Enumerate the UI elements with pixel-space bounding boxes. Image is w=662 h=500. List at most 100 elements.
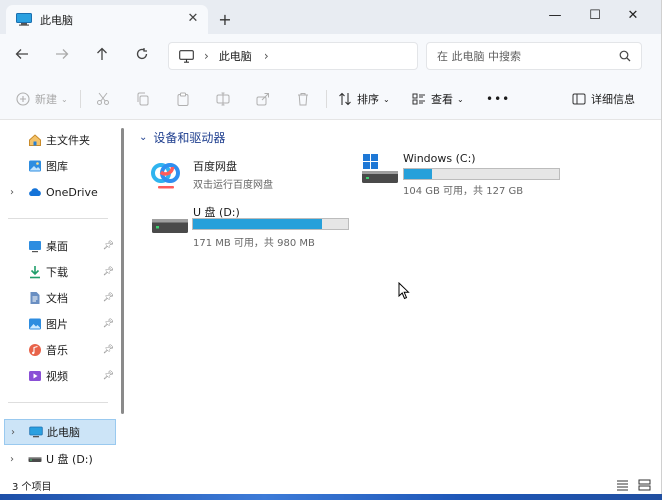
clipboard-icon <box>177 92 189 106</box>
sidebar-item-desktop[interactable]: 桌面 📌︎ <box>4 234 116 258</box>
chevron-down-icon: ⌄ <box>61 94 68 104</box>
sort-button-label: 排序 <box>357 93 379 106</box>
arrow-left-icon <box>15 49 28 59</box>
sidebar-item-label: 桌面 <box>46 240 68 253</box>
view-button-label: 查看 <box>431 93 453 106</box>
details-pane-button[interactable]: 详细信息 <box>572 89 635 109</box>
refresh-button[interactable] <box>132 46 152 66</box>
refresh-icon <box>136 48 148 60</box>
sidebar-item-usb-drive[interactable]: › U 盘 (D:) <box>4 447 116 471</box>
plus-circle-icon <box>16 92 30 106</box>
chevron-right-icon[interactable]: › <box>10 187 14 198</box>
file-explorer-window: 此电脑 ✕ + — ☐ ✕ › 此电脑 › 在 此电脑 中搜索 新建 ⌄ 排序 … <box>0 0 662 494</box>
sort-button[interactable]: 排序 ⌄ <box>338 89 390 109</box>
usb-drive-icon <box>152 219 188 233</box>
sidebar-item-pictures[interactable]: 图片 📌︎ <box>4 312 116 336</box>
usb-drive-icon <box>28 457 42 462</box>
view-button[interactable]: 查看 ⌄ <box>412 89 464 109</box>
chevron-right-icon[interactable]: › <box>11 427 15 438</box>
new-button[interactable]: 新建 ⌄ <box>16 89 68 109</box>
group-header-devices[interactable]: ⌄ 设备和驱动器 <box>139 129 225 146</box>
onedrive-icon <box>29 188 41 196</box>
status-bar: 3 个项目 <box>0 476 661 494</box>
sidebar-divider <box>8 218 108 219</box>
sidebar-item-this-pc[interactable]: › 此电脑 <box>4 419 116 445</box>
breadcrumb-chevron-icon[interactable]: › <box>264 49 269 63</box>
tiles-view-icon[interactable] <box>638 479 651 491</box>
close-tab-icon[interactable]: ✕ <box>186 12 200 26</box>
copy-button[interactable] <box>136 89 155 109</box>
desktop-icon <box>29 241 41 253</box>
share-button[interactable] <box>256 89 275 109</box>
search-placeholder: 在 此电脑 中搜索 <box>437 50 521 63</box>
chevron-down-icon: ⌄ <box>457 94 464 104</box>
search-icon <box>619 50 631 62</box>
pin-icon[interactable]: 📌︎ <box>103 241 114 251</box>
breadcrumb-this-pc[interactable]: 此电脑 <box>219 48 252 64</box>
maximize-button[interactable]: ☐ <box>580 6 610 26</box>
sidebar-item-home[interactable]: 主文件夹 <box>4 128 116 152</box>
windows-drive-icon <box>362 154 398 183</box>
details-view-icon[interactable] <box>616 479 629 491</box>
address-bar[interactable]: › 此电脑 › <box>168 42 418 70</box>
details-pane-icon <box>572 93 586 105</box>
pictures-icon <box>29 318 41 330</box>
arrow-up-icon <box>97 47 107 60</box>
paste-button[interactable] <box>176 89 195 109</box>
sidebar-item-onedrive[interactable]: › OneDrive <box>4 180 116 204</box>
more-options-button[interactable]: ••• <box>486 89 510 109</box>
sidebar-divider <box>8 402 108 403</box>
download-icon <box>30 266 40 279</box>
item-windows-c-drive[interactable]: Windows (C:) 104 GB 可用，共 127 GB <box>359 152 599 198</box>
scissors-icon <box>97 92 109 105</box>
sidebar-item-label: 文档 <box>46 292 68 305</box>
back-button[interactable] <box>12 46 32 66</box>
forward-button[interactable] <box>52 46 72 66</box>
tab-title: 此电脑 <box>40 13 73 27</box>
tab-this-pc[interactable]: 此电脑 ✕ <box>6 5 208 34</box>
storage-usage-fill <box>404 169 432 179</box>
breadcrumb-separator-icon: › <box>204 49 209 63</box>
navigation-pane: 主文件夹 图库 › OneDrive 桌面 📌︎ 下载 📌︎ 文档 📌︎ 图片 … <box>0 120 122 476</box>
address-row: › 此电脑 › 在 此电脑 中搜索 <box>0 34 661 78</box>
sidebar-item-label: OneDrive <box>46 185 98 199</box>
item-usb-d-drive[interactable]: U 盘 (D:) 171 MB 可用，共 980 MB <box>149 204 389 250</box>
sidebar-item-music[interactable]: 音乐 📌︎ <box>4 338 116 362</box>
sidebar-item-videos[interactable]: 视频 📌︎ <box>4 364 116 388</box>
sidebar-item-label: 下载 <box>46 266 68 279</box>
pin-icon[interactable]: 📌︎ <box>103 319 114 329</box>
delete-button[interactable] <box>296 89 315 109</box>
item-name: Windows (C:) <box>403 152 476 165</box>
cut-button[interactable] <box>96 89 115 109</box>
copy-icon <box>137 92 149 106</box>
search-input[interactable]: 在 此电脑 中搜索 <box>426 42 642 70</box>
pin-icon[interactable]: 📌︎ <box>103 371 114 381</box>
title-bar: 此电脑 ✕ + — ☐ ✕ <box>0 0 661 34</box>
this-pc-icon <box>16 13 32 26</box>
pin-icon[interactable]: 📌︎ <box>103 345 114 355</box>
sidebar-scrollbar[interactable] <box>121 128 124 414</box>
item-baidu-netdisk[interactable]: 百度网盘 双击运行百度网盘 <box>149 156 349 196</box>
baidu-netdisk-icon <box>151 158 180 189</box>
pin-icon[interactable]: 📌︎ <box>103 267 114 277</box>
arrow-right-icon <box>56 49 69 59</box>
storage-usage-fill <box>193 219 322 229</box>
sidebar-item-downloads[interactable]: 下载 📌︎ <box>4 260 116 284</box>
music-icon <box>29 344 41 356</box>
new-tab-button[interactable]: + <box>216 11 234 29</box>
mouse-cursor-icon <box>398 282 410 300</box>
close-window-button[interactable]: ✕ <box>618 6 648 26</box>
sidebar-item-documents[interactable]: 文档 📌︎ <box>4 286 116 310</box>
pin-icon[interactable]: 📌︎ <box>103 293 114 303</box>
chevron-right-icon[interactable]: › <box>10 454 14 465</box>
sidebar-item-label: 音乐 <box>46 344 68 357</box>
rename-button[interactable] <box>216 89 235 109</box>
share-icon <box>256 93 269 106</box>
up-button[interactable] <box>92 46 112 66</box>
monitor-icon <box>179 49 194 63</box>
item-subtitle: 104 GB 可用，共 127 GB <box>403 186 524 197</box>
sidebar-item-label: 图库 <box>46 160 68 173</box>
minimize-button[interactable]: — <box>540 6 570 26</box>
sidebar-item-gallery[interactable]: 图库 <box>4 154 116 178</box>
rename-icon <box>216 92 230 106</box>
